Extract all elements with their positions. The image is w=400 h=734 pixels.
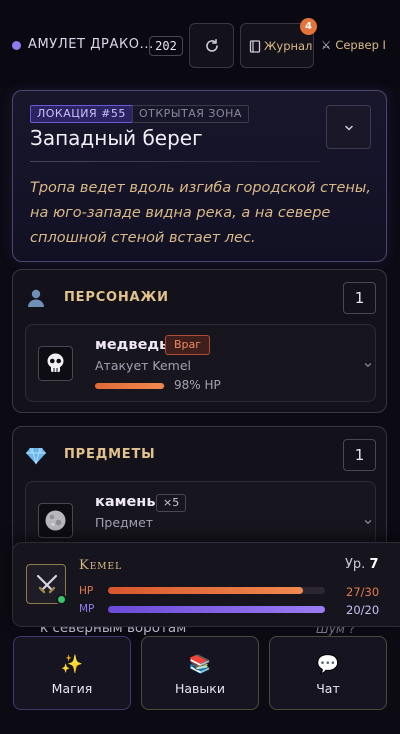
item-quantity: ×5 — [156, 494, 187, 512]
nav-skills-label: Навыки — [175, 681, 225, 696]
item-type: Предмет — [95, 515, 154, 530]
location-title: Западный берег — [30, 126, 203, 150]
journal-label: Журнал — [264, 39, 313, 53]
character-hp-bar — [95, 383, 165, 389]
items-count[interactable]: 1 — [343, 439, 376, 471]
player-level: Ур. 7 — [345, 557, 379, 572]
nav-magic-label: Магия — [51, 681, 93, 696]
top-bar: АМУЛЕТ ДРАКО... 202 Журнал 4 ⚔ Сервер I — [0, 0, 400, 88]
location-collapse-button[interactable] — [326, 105, 371, 149]
gem-icon — [26, 447, 46, 465]
location-description: Тропа ведет вдоль изгиба городской стены… — [30, 180, 371, 246]
nav-skills-button[interactable]: 📚 Навыки — [141, 636, 259, 710]
player-name: Kemel — [79, 558, 123, 573]
character-hp-fill — [95, 383, 164, 389]
chevron-down-icon — [364, 520, 372, 524]
item-name: камень — [95, 494, 156, 510]
location-divider — [30, 161, 320, 162]
books-icon: 📚 — [188, 654, 212, 675]
characters-panel: ПЕРСОНАЖИ 1 медведь Враг Атакует Kemel 9… — [12, 269, 387, 413]
refresh-icon — [206, 39, 218, 52]
player-hp-value: 27/30 — [346, 585, 380, 599]
player-hp-fill — [108, 587, 304, 594]
refresh-button[interactable] — [189, 23, 234, 68]
amulet-label[interactable]: АМУЛЕТ ДРАКО... — [28, 37, 154, 52]
player-mp-fill — [108, 606, 325, 613]
speech-bubble-icon: 💬 — [316, 654, 340, 675]
character-entry[interactable]: медведь Враг Атакует Kemel 98% HP — [25, 324, 376, 402]
characters-title: ПЕРСОНАЖИ — [64, 290, 169, 305]
skull-icon — [47, 353, 64, 372]
player-mp-bar — [108, 606, 325, 613]
location-card: ЛОКАЦИЯ #55 ОТКРЫТАЯ ЗОНА Западный берег… — [12, 90, 387, 262]
nav-chat-button[interactable]: 💬 Чат — [269, 636, 387, 710]
player-hp-bar — [108, 587, 325, 594]
crossed-swords-icon: ⚔ — [321, 38, 332, 52]
player-mp-value: 20/20 — [346, 603, 380, 617]
character-status: Атакует Kemel — [95, 358, 191, 373]
chevron-down-icon — [345, 125, 353, 131]
online-status-dot — [56, 594, 67, 605]
amulet-count: 202 — [149, 36, 183, 56]
entry-icon-frame — [38, 346, 73, 381]
hp-label: HP — [79, 585, 94, 597]
entry-icon-frame — [38, 503, 73, 538]
character-name: медведь — [95, 337, 169, 353]
player-card[interactable]: Kemel Ур. 7 HP 27/30 MP 20/20 — [12, 542, 400, 627]
server-selector[interactable]: ⚔ Сервер I — [321, 38, 386, 52]
characters-count[interactable]: 1 — [343, 282, 376, 314]
level-value: 7 — [369, 557, 379, 572]
location-tag: ЛОКАЦИЯ #55 — [30, 105, 133, 123]
journal-badge: 4 — [300, 18, 317, 35]
items-title: ПРЕДМЕТЫ — [64, 447, 156, 462]
level-label: Ур. — [345, 557, 366, 572]
stone-icon — [45, 510, 66, 531]
mp-label: MP — [79, 603, 95, 615]
zone-tag: ОТКРЫТАЯ ЗОНА — [132, 105, 249, 123]
amulet-status-dot — [12, 41, 21, 50]
chevron-down-icon — [364, 363, 372, 367]
person-icon — [28, 289, 44, 307]
crossed-swords-icon — [36, 574, 58, 594]
nav-magic-button[interactable]: ✨ Магия — [13, 636, 131, 710]
book-icon — [249, 40, 261, 53]
nav-chat-label: Чат — [316, 681, 340, 696]
server-label: Сервер I — [335, 38, 386, 52]
character-hp-text: 98% HP — [174, 378, 221, 392]
enemy-tag: Враг — [165, 335, 211, 355]
sparkles-icon: ✨ — [60, 654, 84, 675]
